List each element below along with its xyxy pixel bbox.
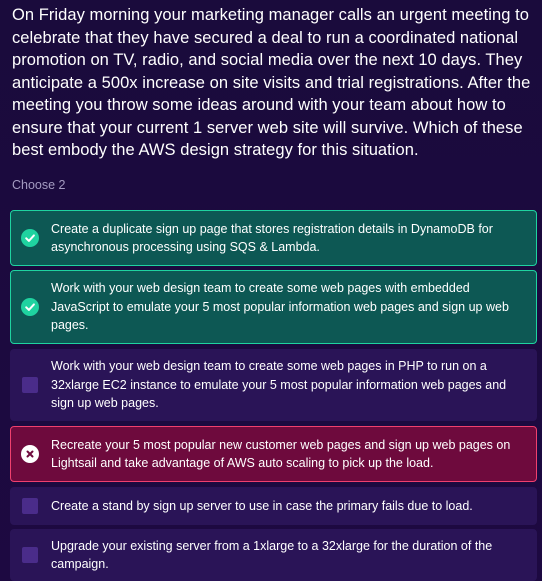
answer-option-label: Upgrade your existing server from a 1xla… (51, 538, 493, 572)
question-text: On Friday morning your marketing manager… (12, 6, 531, 159)
checkbox-icon (22, 547, 38, 563)
check-circle-icon (21, 298, 39, 316)
checkbox-icon (22, 498, 38, 514)
answer-option-label: Create a duplicate sign up page that sto… (51, 221, 493, 255)
answer-option-3[interactable]: Work with your web design team to create… (10, 349, 537, 421)
answer-option-label: Recreate your 5 most popular new custome… (51, 437, 511, 471)
answer-option-label: Create a stand by sign up server to use … (51, 498, 473, 513)
answer-option-5[interactable]: Create a stand by sign up server to use … (10, 487, 537, 525)
answer-option-6[interactable]: Upgrade your existing server from a 1xla… (10, 529, 537, 581)
answer-option-2[interactable]: Work with your web design team to create… (10, 270, 537, 344)
cross-circle-icon (21, 445, 39, 463)
answer-option-1[interactable]: Create a duplicate sign up page that sto… (10, 210, 537, 266)
checkbox-icon (22, 377, 38, 393)
check-circle-icon (21, 229, 39, 247)
answer-option-4[interactable]: Recreate your 5 most popular new custome… (10, 426, 537, 482)
answer-option-label: Work with your web design team to create… (51, 281, 509, 333)
choose-count-label: Choose 2 (12, 178, 66, 192)
answer-option-label: Work with your web design team to create… (51, 359, 507, 411)
